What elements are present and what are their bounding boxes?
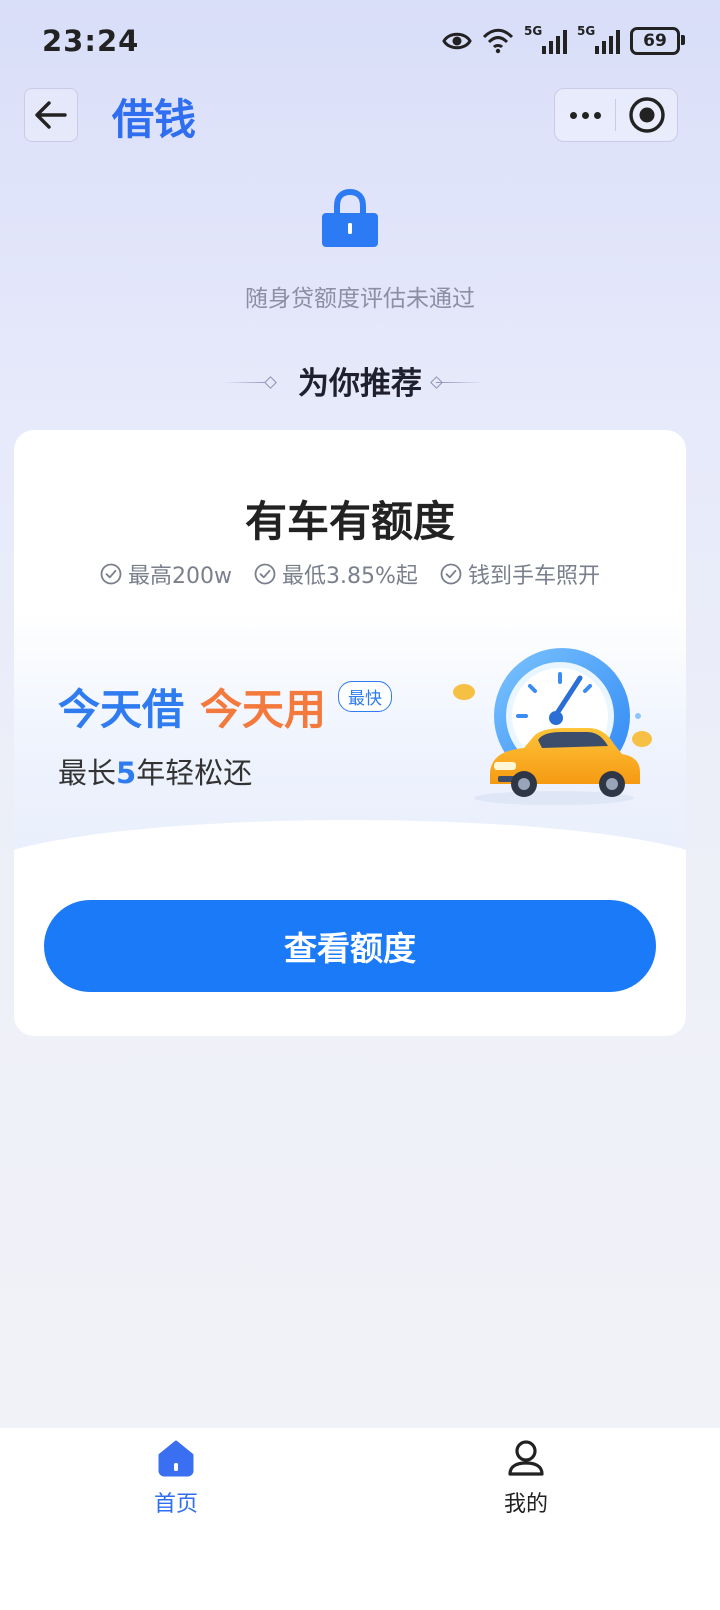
miniprogram-capsule <box>554 88 678 142</box>
signal-icon: 5G <box>577 24 620 54</box>
product-card: 有车有额度 最高200w 最低3.85%起 钱到手车照开 今天借 今天用 最快 … <box>14 430 686 1036</box>
tab-home[interactable]: 首页 <box>116 1438 236 1518</box>
more-button[interactable] <box>555 89 615 141</box>
more-dot-icon <box>593 111 601 119</box>
status-time: 23:24 <box>42 24 140 58</box>
check-circle-icon <box>254 563 276 585</box>
section-title: 为你推荐 <box>298 366 422 402</box>
status-icons: 5G 5G 69 <box>442 22 685 60</box>
signal-icon: 5G <box>524 24 567 54</box>
status-bar: 23:24 5G 5G 69 <box>0 0 720 84</box>
eye-icon <box>442 32 472 50</box>
fastest-badge: 最快 <box>338 681 393 712</box>
clock-car-illustration <box>453 648 652 805</box>
term-years: 5 <box>116 756 137 790</box>
battery-level: 69 <box>643 31 667 51</box>
check-circle-icon <box>440 563 462 585</box>
lock-icon <box>322 188 378 247</box>
check-circle-icon <box>100 563 122 585</box>
card-title: 有车有额度 <box>244 497 455 546</box>
feature-list: 最高200w 最低3.85%起 钱到手车照开 <box>14 558 686 590</box>
home-icon <box>158 1440 194 1477</box>
more-dot-icon <box>569 111 577 119</box>
view-credit-limit-button[interactable]: 查看额度 <box>44 900 656 992</box>
arrow-left-icon <box>35 101 67 129</box>
feature-text: 钱到手车照开 <box>467 564 600 589</box>
slogan-use-today: 今天用 <box>200 685 327 734</box>
feature-item: 钱到手车照开 <box>440 558 600 590</box>
target-icon <box>628 97 665 133</box>
tab-mine[interactable]: 我的 <box>466 1438 586 1518</box>
feature-item: 最高200w <box>100 558 232 590</box>
feature-text: 最低3.85%起 <box>282 564 418 589</box>
user-icon <box>508 1440 544 1476</box>
feature-item: 最低3.85%起 <box>254 558 418 590</box>
close-miniprogram-button[interactable] <box>616 89 677 141</box>
tab-mine-label: 我的 <box>503 1492 548 1517</box>
decor-line <box>436 382 482 383</box>
battery-icon: 69 <box>630 27 685 55</box>
feature-text: 最高200w <box>128 564 233 589</box>
evaluation-failed-text: 随身贷额度评估未通过 <box>245 286 475 312</box>
wifi-icon <box>482 28 514 54</box>
bottom-tab-bar: 首页 我的 <box>0 1428 720 1610</box>
page-title: 借钱 <box>112 95 197 144</box>
repayment-term: 最长5年轻松还 <box>58 756 253 790</box>
tab-home-label: 首页 <box>153 1492 198 1517</box>
back-button[interactable] <box>24 88 78 142</box>
slogan-borrow-today: 今天借 <box>58 685 185 734</box>
more-dot-icon <box>581 111 589 119</box>
slogan: 今天借 今天用 最快 <box>58 676 393 737</box>
